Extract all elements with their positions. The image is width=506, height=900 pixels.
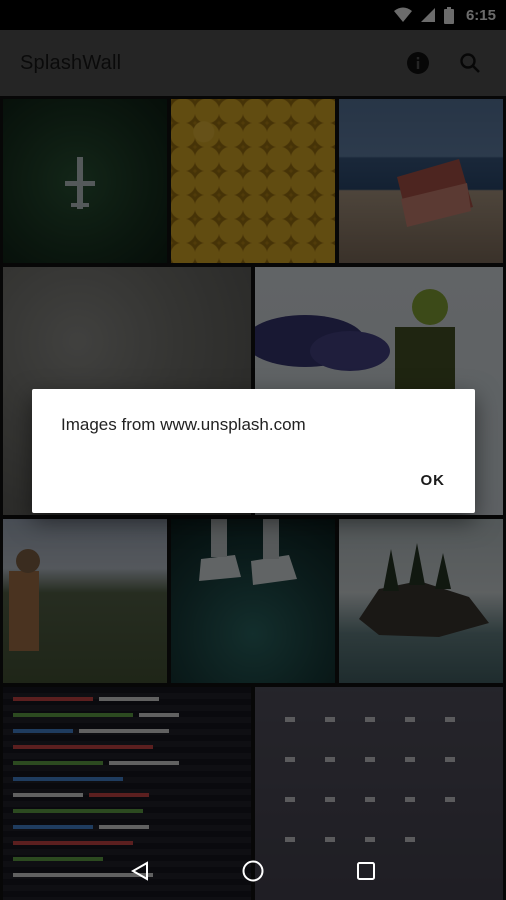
navigation-bar: [0, 842, 506, 900]
back-icon[interactable]: [129, 860, 151, 882]
rock-island-photo[interactable]: [339, 519, 503, 683]
status-bar: 6:15: [0, 0, 506, 30]
info-dialog: Images from www.unsplash.com OK: [32, 389, 475, 513]
search-button[interactable]: [450, 43, 490, 83]
ok-button[interactable]: OK: [421, 472, 446, 489]
info-icon: [407, 52, 429, 74]
astronaut-shape: [9, 549, 40, 651]
sneakers-shape: [199, 519, 297, 585]
astronaut-field-photo[interactable]: [3, 519, 167, 683]
signal-icon: [420, 8, 435, 22]
status-time: 6:15: [465, 6, 496, 24]
info-button[interactable]: [398, 43, 438, 83]
yellow-faces-photo[interactable]: [171, 99, 335, 263]
battery-icon: [443, 6, 454, 24]
search-icon: [460, 53, 480, 73]
island-shape: [359, 543, 489, 637]
home-icon[interactable]: [241, 859, 265, 883]
wifi-icon: [393, 7, 412, 22]
floating-sneakers-photo[interactable]: [171, 519, 335, 683]
recents-icon[interactable]: [355, 860, 377, 882]
beach-armchair-photo[interactable]: [339, 99, 503, 263]
app-title: SplashWall: [20, 51, 122, 74]
dialog-message: Images from www.unsplash.com: [61, 415, 306, 434]
forest-airplane-photo[interactable]: [3, 99, 167, 263]
app-bar: SplashWall: [0, 30, 506, 96]
armchair-shape: [397, 159, 473, 227]
airplane-icon: [65, 157, 95, 209]
